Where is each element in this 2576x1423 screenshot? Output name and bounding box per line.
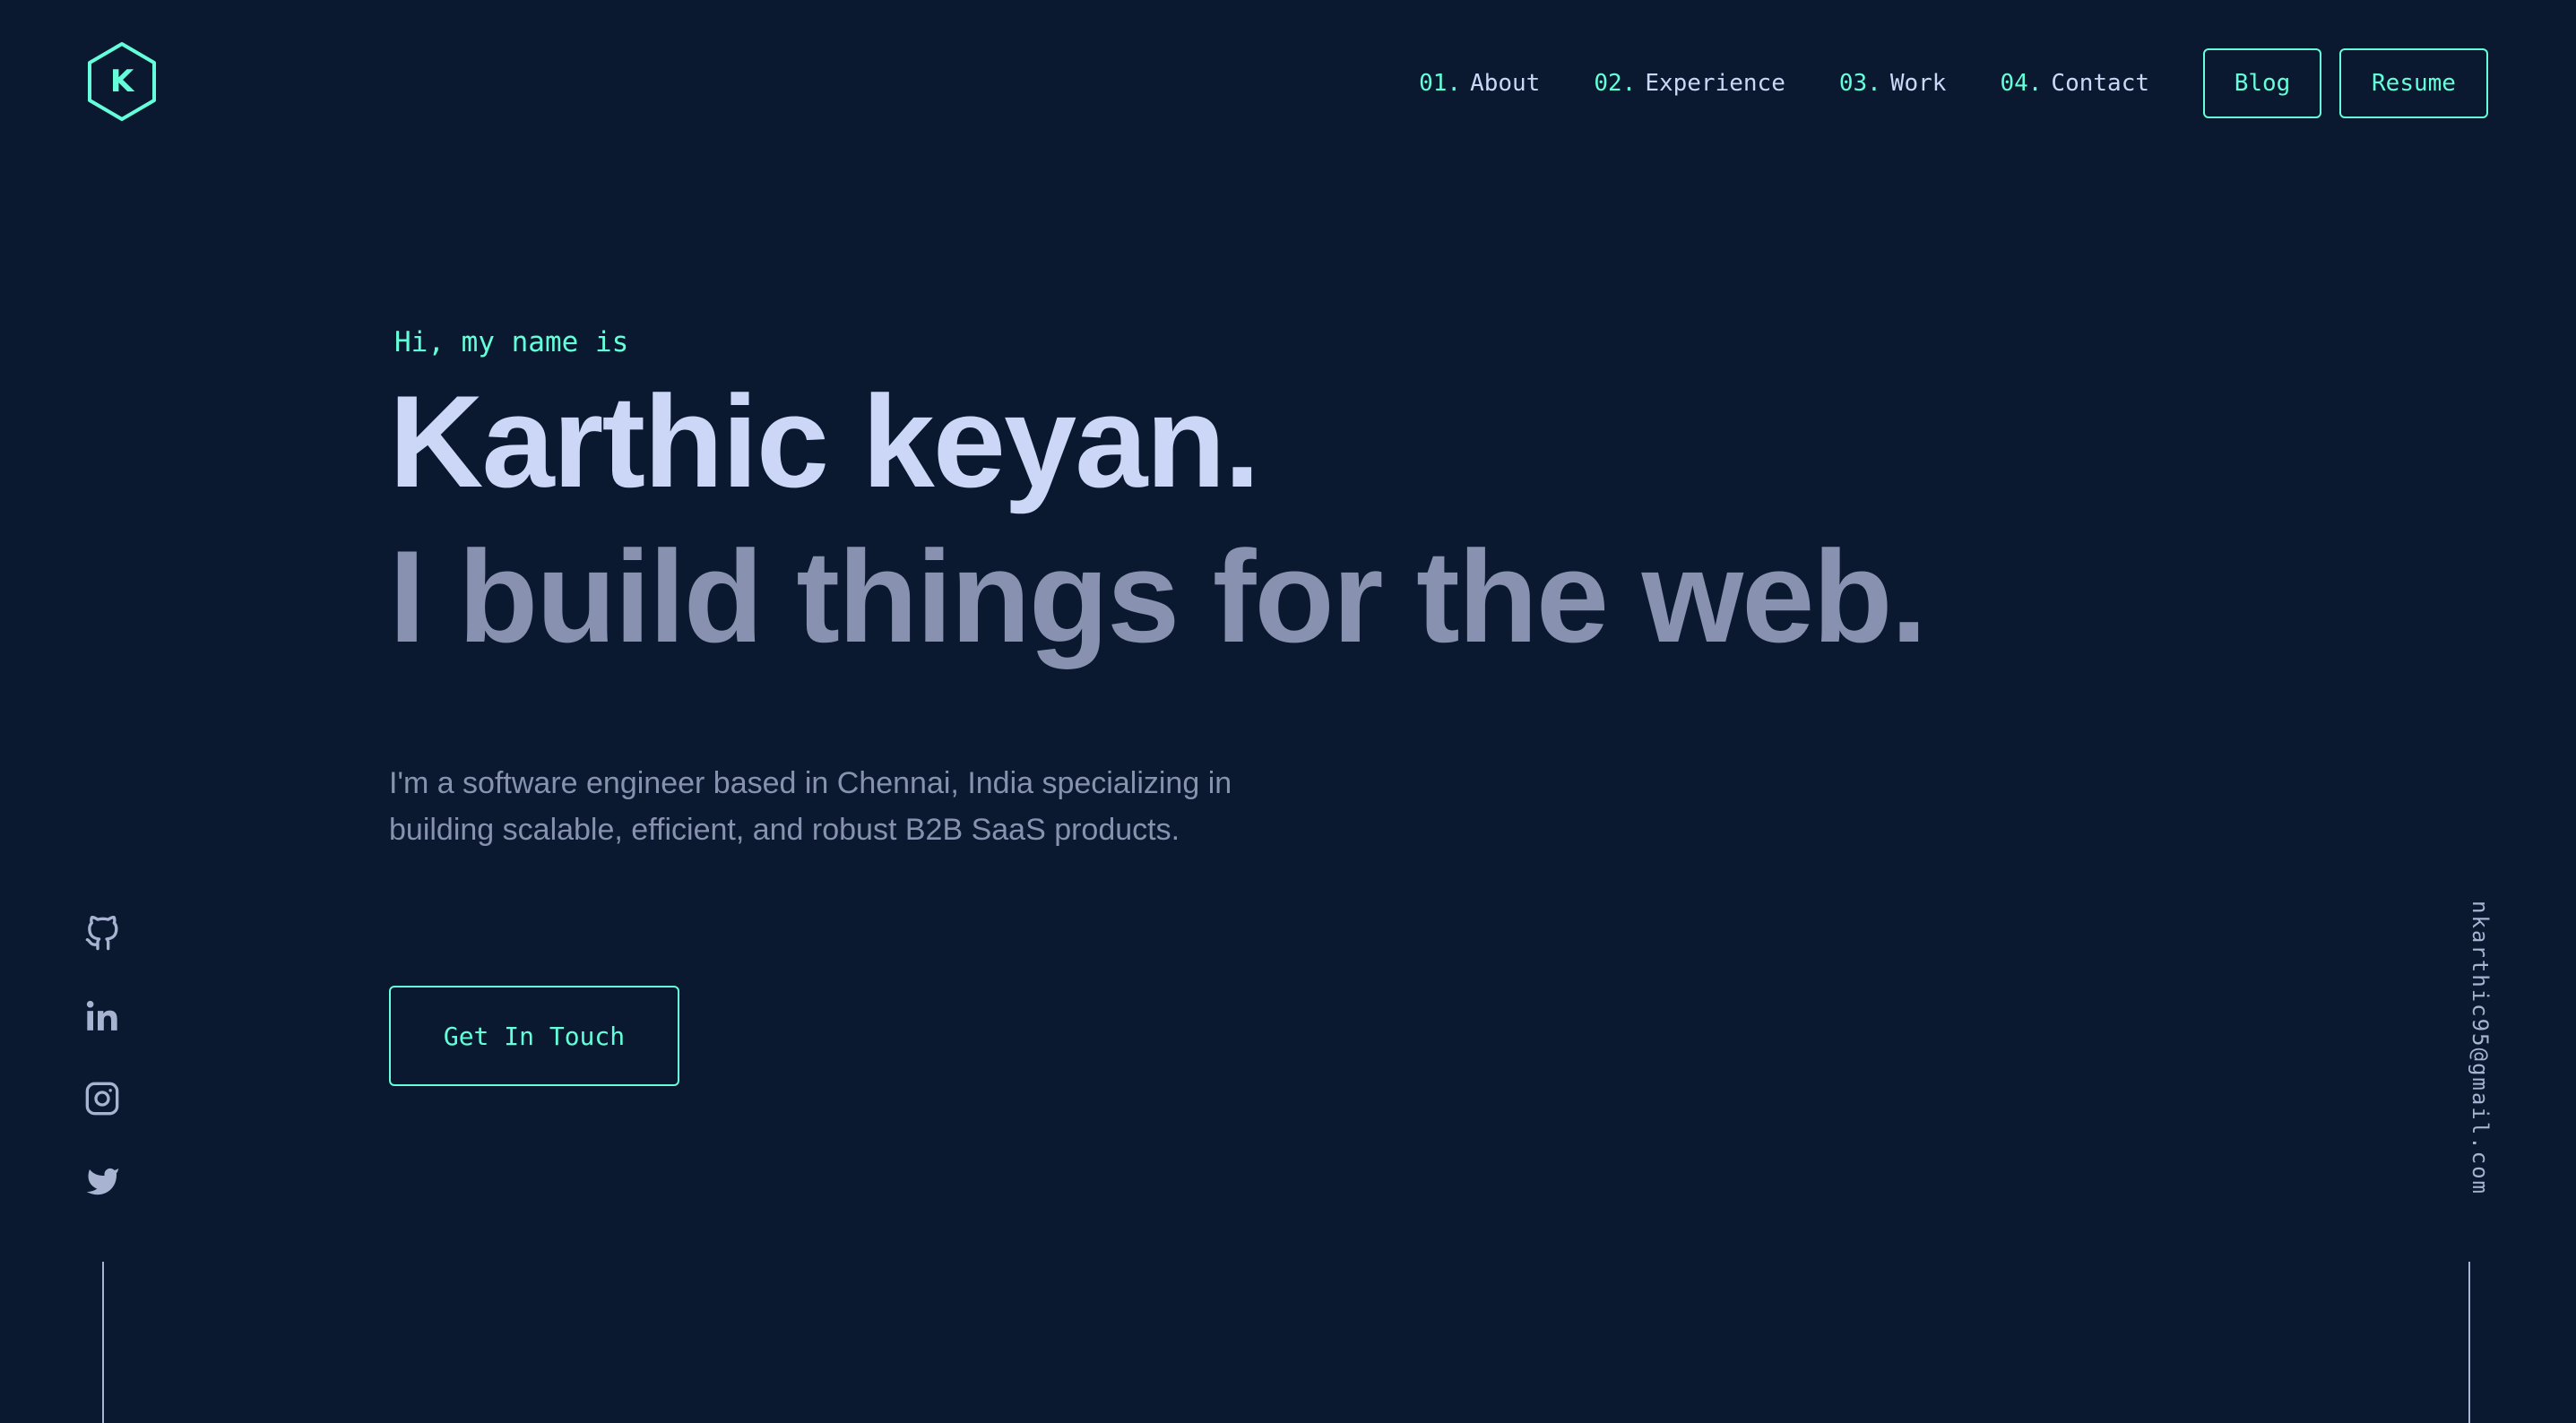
hero-description: I'm a software engineer based in Chennai… (389, 766, 1232, 847)
nav-item-number: 02. (1594, 70, 1637, 97)
nav-item-label: Experience (1645, 70, 1785, 97)
nav-item-number: 01. (1419, 70, 1462, 97)
resume-button[interactable]: Resume (2339, 48, 2488, 118)
linkedin-icon (86, 1000, 117, 1031)
linkedin-link[interactable] (84, 998, 120, 1034)
github-icon (85, 915, 118, 951)
hero-greeting: Hi, my name is (394, 326, 629, 358)
instagram-link[interactable] (84, 1081, 120, 1117)
logo[interactable]: K (86, 41, 158, 122)
nav-item-about[interactable]: 01. About (1419, 70, 1540, 97)
instagram-icon (85, 1082, 119, 1116)
nav-item-label: Contact (2051, 70, 2149, 97)
nav-item-contact[interactable]: 04. Contact (2000, 70, 2149, 97)
nav-item-work[interactable]: 03. Work (1839, 70, 1947, 97)
blog-button[interactable]: Blog (2203, 48, 2321, 118)
nav-item-experience[interactable]: 02. Experience (1594, 70, 1785, 97)
social-links (84, 915, 120, 1246)
hero-tagline: I build things for the web. (389, 523, 1927, 669)
nav-item-number: 04. (2000, 70, 2043, 97)
github-link[interactable] (84, 915, 120, 952)
hero-name: Karthic keyan. (389, 368, 1260, 514)
nav-item-label: About (1470, 70, 1541, 97)
twitter-link[interactable] (84, 1163, 120, 1199)
nav-item-number: 03. (1838, 70, 1881, 97)
email-link[interactable]: nkarthic95@gmail.com (2468, 901, 2493, 1195)
right-divider-line (2468, 1262, 2470, 1423)
get-in-touch-button[interactable]: Get In Touch (389, 986, 679, 1086)
hero-section: Hi, my name is Karthic keyan. I build th… (389, 323, 1927, 1086)
twitter-icon (86, 1168, 119, 1195)
main-nav: 01. About 02. Experience 03. Work 04. Contac… (1419, 48, 2488, 118)
nav-item-label: Work (1889, 70, 1947, 97)
logo-letter: K (109, 64, 134, 99)
left-divider-line (102, 1262, 104, 1423)
